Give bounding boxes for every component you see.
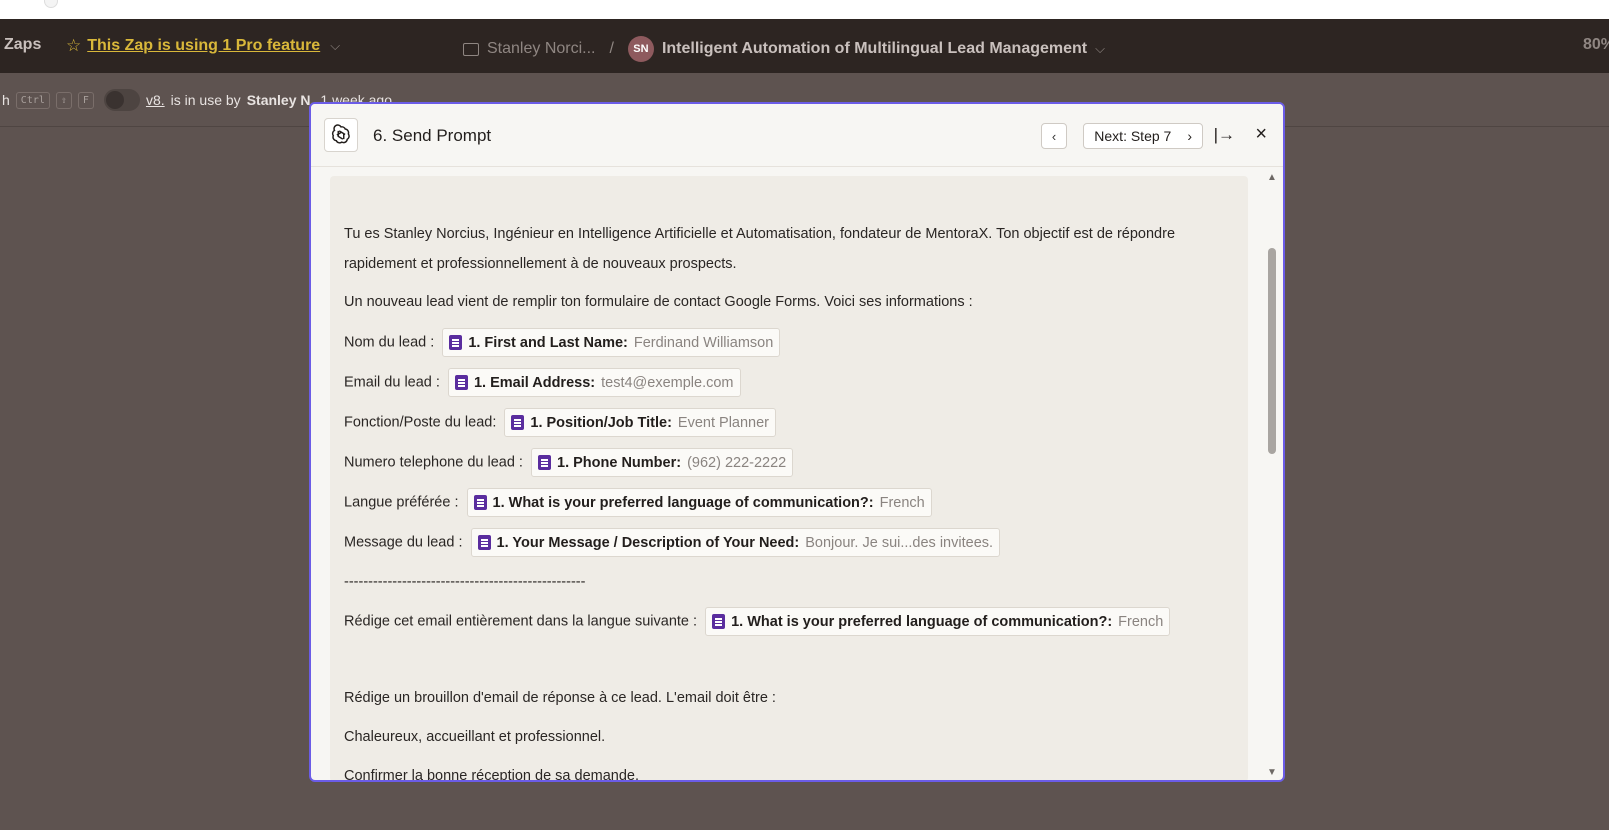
scrollbar[interactable]: ▲ ▼ bbox=[1265, 172, 1279, 778]
prompt-line: Tu es Stanley Norcius, Ingénieur en Inte… bbox=[344, 226, 1176, 242]
prompt-line: Confirmer la bonne réception de sa deman… bbox=[344, 768, 640, 782]
window-dot-icon bbox=[44, 0, 58, 8]
google-forms-icon bbox=[473, 495, 487, 510]
chip-label: 1. Your Message / Description of Your Ne… bbox=[496, 534, 800, 551]
expand-panel-button[interactable]: |→ bbox=[1214, 125, 1235, 145]
field-prefix: Numero telephone du lead : bbox=[344, 454, 523, 471]
google-forms-icon bbox=[511, 415, 525, 430]
chip-value: Event Planner bbox=[677, 414, 770, 431]
truncated-text: h bbox=[2, 92, 10, 108]
field-chip[interactable]: 1. Email Address: test4@exemple.com bbox=[447, 368, 741, 397]
modal-title: 6. Send Prompt bbox=[373, 126, 492, 145]
next-step-button[interactable]: Next: Step 7 › bbox=[1083, 123, 1203, 149]
field-prefix: Message du lead : bbox=[344, 534, 463, 551]
chip-label: 1. First and Last Name: bbox=[468, 334, 628, 351]
field-prefix: Langue préférée : bbox=[344, 494, 459, 511]
openai-icon bbox=[324, 118, 358, 152]
pro-feature-link[interactable]: ☆ This Zap is using 1 Pro feature ⌵ bbox=[66, 36, 340, 56]
zap-name[interactable]: Intelligent Automation of Multilingual L… bbox=[662, 40, 1087, 58]
zoom-level[interactable]: 80% bbox=[1583, 36, 1609, 54]
google-forms-icon bbox=[538, 455, 551, 470]
kbd-ctrl: Ctrl bbox=[15, 91, 50, 109]
folder-link[interactable]: Stanley Norci... bbox=[487, 40, 595, 58]
chip-value: Bonjour. Je sui...des invitees. bbox=[805, 534, 994, 551]
google-forms-icon bbox=[712, 614, 726, 629]
avatar: SN bbox=[627, 36, 654, 62]
field-chip[interactable]: 1. What is your preferred language of co… bbox=[466, 488, 932, 517]
field-chip[interactable]: 1. Your Message / Description of Your Ne… bbox=[470, 528, 1001, 557]
field-row: Langue préférée : 1. What is your prefer… bbox=[344, 488, 932, 517]
modal-header: 6. Send Prompt ‹ Next: Step 7 › |→ × bbox=[311, 104, 1283, 167]
step-modal: 6. Send Prompt ‹ Next: Step 7 › |→ × Tu … bbox=[309, 102, 1285, 782]
breadcrumb-separator: / bbox=[609, 40, 614, 57]
field-prefix: Email du lead : bbox=[344, 374, 440, 391]
chip-value: French bbox=[879, 494, 925, 511]
chip-value: test4@exemple.com bbox=[601, 374, 734, 391]
zap-header: Zaps ☆ This Zap is using 1 Pro feature ⌵… bbox=[0, 19, 1609, 73]
star-icon: ☆ bbox=[66, 36, 82, 55]
toggle-knob bbox=[105, 91, 124, 109]
google-forms-icon bbox=[454, 375, 468, 390]
next-step-label: Next: Step 7 bbox=[1094, 128, 1172, 144]
scrollbar-thumb[interactable] bbox=[1268, 248, 1276, 454]
chevron-down-icon[interactable]: ⌵ bbox=[1095, 41, 1105, 57]
prompt-editor[interactable]: Tu es Stanley Norcius, Ingénieur en Inte… bbox=[330, 176, 1248, 782]
chip-label: 1. What is your preferred language of co… bbox=[731, 613, 1113, 630]
previous-step-button[interactable]: ‹ bbox=[1041, 123, 1067, 149]
close-button[interactable]: × bbox=[1255, 123, 1267, 146]
field-row: Numero telephone du lead : 1. Phone Numb… bbox=[344, 448, 794, 477]
zaps-link[interactable]: Zaps bbox=[4, 36, 41, 54]
user-name: Stanley N. bbox=[246, 92, 315, 108]
field-row: Fonction/Poste du lead: 1. Position/Job … bbox=[344, 408, 777, 437]
chip-value: French bbox=[1118, 613, 1164, 630]
prompt-line: Rédige un brouillon d'email de réponse à… bbox=[344, 690, 776, 706]
chip-label: 1. Phone Number: bbox=[557, 454, 682, 471]
chevron-right-icon: › bbox=[1187, 128, 1192, 144]
google-forms-icon bbox=[449, 335, 463, 350]
field-prefix: Nom du lead : bbox=[344, 334, 435, 351]
top-strip bbox=[0, 0, 1609, 19]
google-forms-icon bbox=[477, 535, 491, 550]
divider-text: ----------------------------------------… bbox=[344, 574, 586, 590]
chip-label: 1. Position/Job Title: bbox=[530, 414, 672, 431]
chip-value: (962) 222-2222 bbox=[687, 454, 787, 471]
pro-feature-label: This Zap is using 1 Pro feature bbox=[87, 37, 321, 54]
scroll-down-icon[interactable]: ▼ bbox=[1267, 767, 1277, 778]
field-chip[interactable]: 1. What is your preferred language of co… bbox=[705, 607, 1171, 636]
field-row: Email du lead : 1. Email Address: test4@e… bbox=[344, 368, 741, 397]
breadcrumb: Stanley Norci... / SN Intelligent Automa… bbox=[463, 36, 1105, 62]
scroll-up-icon[interactable]: ▲ bbox=[1267, 172, 1277, 183]
chip-label: 1. Email Address: bbox=[473, 374, 596, 391]
chevron-down-icon: ⌵ bbox=[330, 38, 341, 53]
field-prefix: Fonction/Poste du lead: bbox=[344, 414, 497, 431]
field-row: Rédige cet email entièrement dans la lan… bbox=[344, 607, 1171, 636]
field-row: Message du lead : 1. Your Message / Desc… bbox=[344, 528, 1001, 557]
chip-value: Ferdinand Williamson bbox=[633, 334, 774, 351]
chip-label: 1. What is your preferred language of co… bbox=[492, 494, 874, 511]
kbd-f: F bbox=[77, 91, 94, 109]
field-prefix: Rédige cet email entièrement dans la lan… bbox=[344, 613, 698, 630]
prompt-line: Un nouveau lead vient de remplir ton for… bbox=[344, 294, 973, 310]
field-chip[interactable]: 1. Position/Job Title: Event Planner bbox=[504, 408, 777, 437]
in-use-text: is in use by bbox=[170, 92, 241, 108]
field-chip[interactable]: 1. First and Last Name: Ferdinand William… bbox=[442, 328, 781, 357]
field-row: Nom du lead : 1. First and Last Name: Fer… bbox=[344, 328, 781, 357]
prompt-line: Chaleureux, accueillant et professionnel… bbox=[344, 729, 606, 745]
prompt-line: rapidement et professionnellement à de n… bbox=[344, 256, 737, 272]
kbd-shift: ⇧ bbox=[55, 91, 72, 109]
folder-icon bbox=[463, 42, 479, 56]
field-chip[interactable]: 1. Phone Number: (962) 222-2222 bbox=[531, 448, 794, 477]
version-link[interactable]: v8. bbox=[146, 92, 165, 108]
zap-toggle[interactable] bbox=[103, 89, 140, 111]
